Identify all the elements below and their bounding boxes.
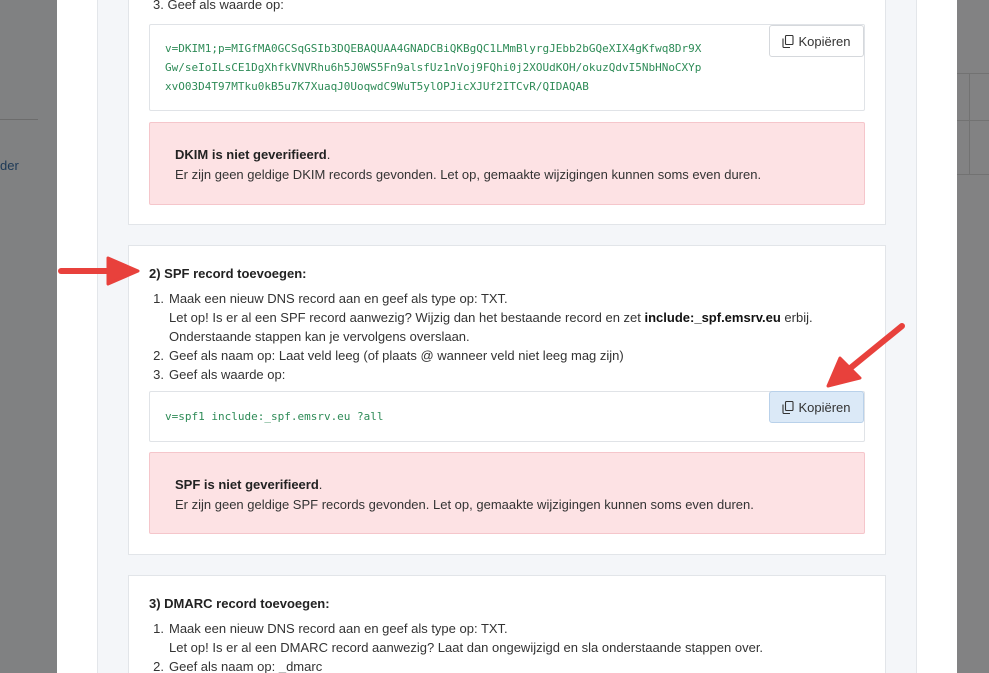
list-item: 1. Maak een nieuw DNS record aan en geef… [153,621,764,655]
spf-alert-text: Er zijn geen geldige SPF records gevonde… [175,497,754,512]
dkim-value-box: v=DKIM1;p=MIGfMA0GCSqGSIb3DQEBAQUAA4GNAD… [149,24,865,111]
list-item: 3. Geef als waarde op: [153,367,286,382]
spf-step1-note: Let op! Is er al een SPF record aanwezig… [169,310,813,325]
dkim-step3-label: 3. Geef als waarde op: [153,0,284,12]
copy-button-label: Kopiëren [798,33,851,49]
spf-step1-text: Maak een nieuw DNS record aan en geef al… [169,291,508,306]
dkim-copy-button[interactable]: Kopiëren [769,25,864,57]
dkim-value: v=DKIM1;p=MIGfMA0GCSqGSIb3DQEBAQUAA4GNAD… [165,39,765,96]
list-item: 2. Geef als naam op: Laat veld leeg (of … [153,348,624,363]
copy-icon [782,34,795,48]
dkim-value-line: Gw/seIoILsCE1DgXhfkVNVRhu6h5J0WS5Fn9alsf… [165,61,702,74]
spf-value-box: v=spf1 include:_spf.emsrv.eu ?all Kopiër… [149,391,865,442]
dmarc-steps-list: 1. Maak een nieuw DNS record aan en geef… [149,619,869,673]
dkim-value-line: v=DKIM1;p=MIGfMA0GCSqGSIb3DQEBAQUAA4GNAD… [165,42,702,55]
dkim-alert-title-suffix: . [326,147,331,162]
spf-card: 2) SPF record toevoegen: 1. Maak een nie… [128,245,886,555]
spf-step1-note-line2: Onderstaande stappen kan je vervolgens o… [169,329,470,344]
dkim-error-alert: DKIM is niet geverifieerd. Er zijn geen … [149,122,865,205]
dkim-card: 3. Geef als waarde op: v=DKIM1;p=MIGfMA0… [128,0,886,225]
dmarc-step1-note: Let op! Is er al een DMARC record aanwez… [169,640,764,655]
dmarc-heading: 3) DMARC record toevoegen: [149,596,330,611]
dmarc-step1-text: Maak een nieuw DNS record aan en geef al… [169,621,508,636]
spf-error-alert: SPF is niet geverifieerd. Er zijn geen g… [149,452,865,534]
spf-heading: 2) SPF record toevoegen: [149,266,307,281]
annotation-arrow-heading [58,256,140,286]
dkim-alert-text: Er zijn geen geldige DKIM records gevond… [175,167,762,182]
dkim-value-line: xvO03D4T97MTku0kB5u7K7XuaqJ0UoqwdC9WuT5y… [165,80,589,93]
list-item: 1. Maak een nieuw DNS record aan en geef… [153,291,813,344]
copy-icon [782,400,795,414]
spf-value: v=spf1 include:_spf.emsrv.eu ?all [165,410,384,423]
spf-steps-list: 1. Maak een nieuw DNS record aan en geef… [149,289,869,384]
copy-button-label: Kopiëren [798,399,851,415]
dkim-alert-title: DKIM is niet geverifieerd [175,147,327,162]
spf-alert-title-suffix: . [318,477,323,492]
spf-step2-text: Geef als naam op: Laat veld leeg (of pla… [169,348,624,363]
dmarc-card: 3) DMARC record toevoegen: 1. Maak een n… [128,575,886,673]
list-item: 2. Geef als naam op: _dmarc [149,657,869,673]
spf-step3-text: Geef als waarde op: [169,367,286,382]
dmarc-step2-text: Geef als naam op: _dmarc [169,659,323,673]
spf-include-value: include:_spf.emsrv.eu [644,310,781,325]
annotation-arrow-copy [826,323,905,388]
spf-copy-button[interactable]: Kopiëren [769,391,864,423]
spf-alert-title: SPF is niet geverifieerd [175,477,319,492]
